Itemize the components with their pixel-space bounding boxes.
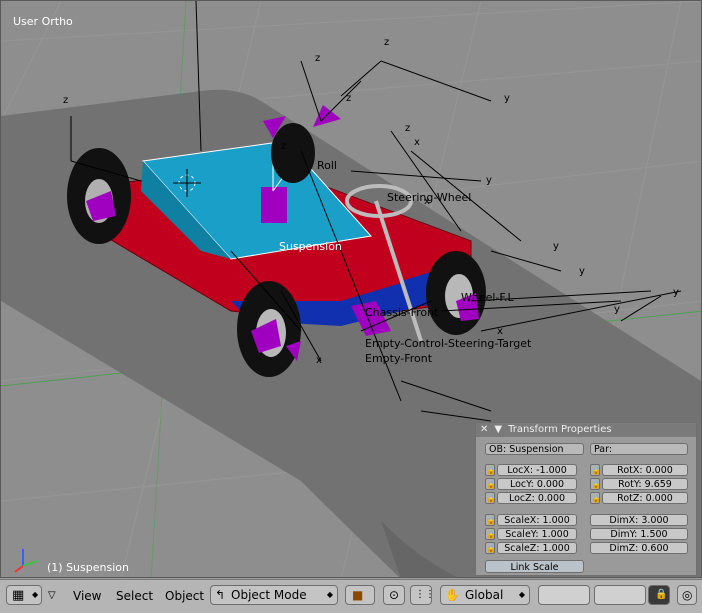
axis-z-label: z	[384, 37, 390, 48]
axis-z-label: z	[346, 93, 352, 104]
wheel-rear-right	[271, 123, 315, 183]
manipulator-icon: ⋮⋮	[415, 589, 435, 600]
lock-icon: 🔒	[655, 589, 668, 600]
lock-icon[interactable]: 🔒	[590, 478, 601, 490]
grid-icon: ▦	[12, 588, 25, 603]
scalez-field[interactable]: ScaleZ: 1.000	[497, 542, 577, 554]
draw-type-select[interactable]: ■	[345, 585, 375, 605]
axis-z-label: z	[315, 53, 321, 64]
axis-y-label: y	[614, 304, 620, 315]
chevron-down-icon: ◆	[518, 590, 525, 599]
scalex-field[interactable]: ScaleX: 1.000	[497, 514, 577, 526]
manipulator-toggle[interactable]: ⋮⋮	[410, 585, 435, 605]
pivot-icon: ⊙	[389, 588, 400, 602]
view-name: User Ortho	[13, 15, 73, 28]
orientation-select[interactable]: ✋ Global ◆	[440, 585, 530, 605]
orientation-label: Global	[465, 588, 504, 602]
axis-z-label: z	[63, 95, 69, 106]
layer-buttons-group-1[interactable]	[538, 585, 590, 605]
axis-x-label: x	[414, 137, 420, 148]
render-preview-button[interactable]: ◎	[677, 585, 697, 605]
collapse-triangle-icon[interactable]: ▼	[494, 424, 502, 435]
axis-x-label: x	[497, 326, 503, 337]
dimx-field[interactable]: DimX: 3.000	[590, 514, 688, 526]
link-scale-button[interactable]: Link Scale	[485, 560, 584, 573]
chevron-down-icon: ◆	[32, 590, 39, 599]
lock-icon[interactable]: 🔒	[590, 464, 601, 476]
render-icon: ◎	[682, 588, 693, 602]
cube-icon: ■	[352, 588, 364, 602]
hand-icon: ✋	[445, 588, 460, 602]
viewport-header: ▦ ◆ ▽ View Select Object ↰ Object Mode ◆…	[0, 579, 702, 613]
axis-gizmo	[14, 549, 38, 573]
magenta-block	[261, 187, 287, 223]
scaley-field[interactable]: ScaleY: 1.000	[497, 528, 577, 540]
dimz-field[interactable]: DimZ: 0.600	[590, 542, 688, 554]
axis-y-label: y	[504, 93, 510, 104]
roty-field[interactable]: RotY: 9.659	[602, 478, 688, 490]
rotx-field[interactable]: RotX: 0.000	[602, 464, 688, 476]
axis-z-label: z	[281, 141, 287, 152]
label-empty-front: Empty-Front	[365, 352, 433, 365]
panel-title: Transform Properties	[508, 424, 612, 435]
menu-object[interactable]: Object	[165, 586, 204, 606]
blender-window: User Ortho (1) Suspension Suspension Ste…	[0, 0, 702, 613]
menu-select[interactable]: Select	[116, 586, 153, 606]
axis-y-label: y	[486, 175, 492, 186]
label-empty-control: Empty-Control-Steering-Target	[365, 337, 532, 350]
axis-y-label: y	[553, 241, 559, 252]
label-chassis-front: Chassis-Front	[365, 306, 439, 319]
lock-layers-button[interactable]: 🔒	[648, 585, 670, 605]
panel-header[interactable]: ✕ ▼ Transform Properties	[476, 423, 696, 437]
pivot-select[interactable]: ⊙	[383, 585, 405, 605]
rotz-field[interactable]: RotZ: 0.000	[602, 492, 688, 504]
chevron-down-icon: ◆	[326, 590, 333, 599]
axis-y-label: y	[579, 266, 585, 277]
axis-z-label: z	[405, 123, 411, 134]
axis-y-label: y	[673, 287, 679, 298]
label-wheel-fl: Wheel-F.L	[461, 291, 514, 304]
label-suspension: Suspension	[279, 240, 342, 253]
editor-type-menu[interactable]: ▦ ◆	[6, 585, 42, 605]
locy-field[interactable]: LocY: 0.000	[497, 478, 577, 490]
label-roll: Roll	[317, 159, 337, 172]
wheel-front-left	[237, 281, 301, 377]
menu-view[interactable]: View	[73, 586, 101, 606]
mode-select[interactable]: ↰ Object Mode ◆	[210, 585, 338, 605]
axis-x-label: x	[424, 196, 430, 207]
lock-icon[interactable]: 🔒	[485, 478, 496, 490]
active-object-status: (1) Suspension	[47, 561, 129, 574]
axis-x-label: x	[316, 355, 322, 366]
collapse-menus-icon[interactable]: ▽	[48, 586, 56, 606]
lock-icon[interactable]: 🔒	[485, 492, 496, 504]
lock-icon[interactable]: 🔒	[485, 464, 496, 476]
dimy-field[interactable]: DimY: 1.500	[590, 528, 688, 540]
lock-icon[interactable]: 🔒	[485, 542, 496, 554]
locx-field[interactable]: LocX: -1.000	[497, 464, 577, 476]
close-icon[interactable]: ✕	[480, 424, 488, 435]
lock-icon[interactable]: 🔒	[485, 528, 496, 540]
mode-label: Object Mode	[231, 588, 307, 602]
object-mode-icon: ↰	[215, 588, 226, 602]
locz-field[interactable]: LocZ: 0.000	[497, 492, 577, 504]
layer-buttons-group-2[interactable]	[594, 585, 646, 605]
lock-icon[interactable]: 🔒	[590, 492, 601, 504]
object-name-field[interactable]: OB: Suspension	[485, 443, 584, 455]
parent-field[interactable]: Par:	[590, 443, 688, 455]
transform-properties-panel: ✕ ▼ Transform Properties OB: Suspension Pa…	[475, 422, 697, 576]
lock-icon[interactable]: 🔒	[485, 514, 496, 526]
